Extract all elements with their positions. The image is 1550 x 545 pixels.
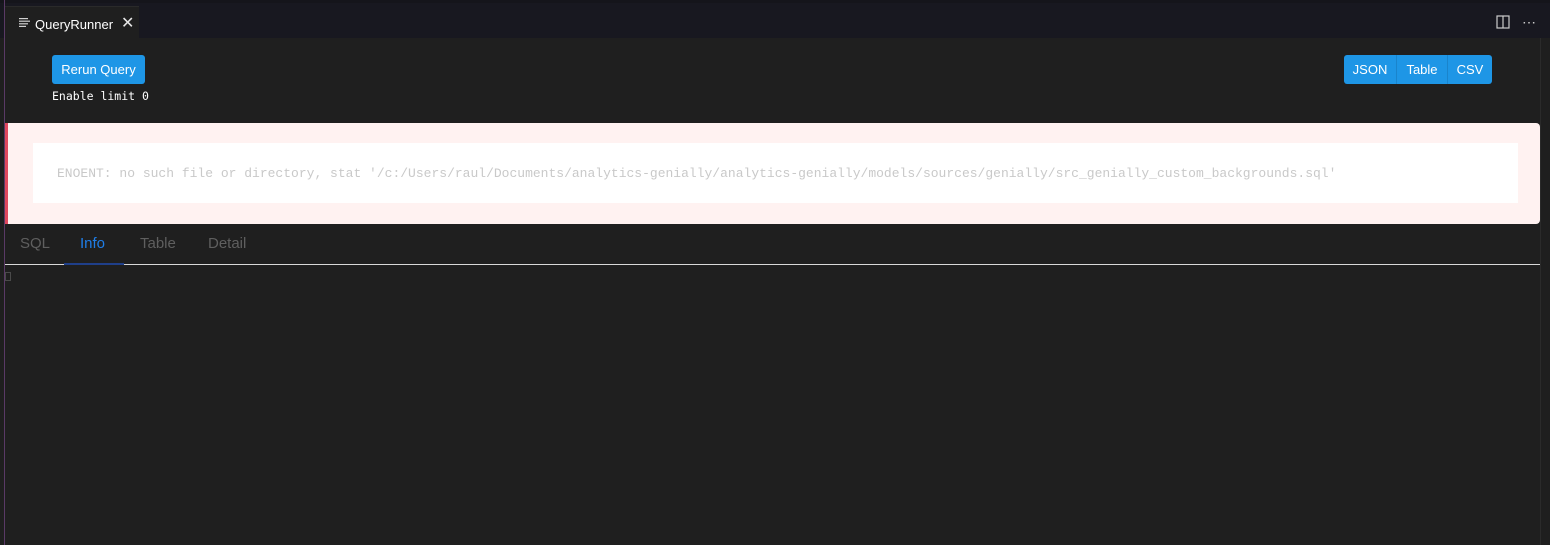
more-actions-icon[interactable]: ⋯: [1522, 14, 1536, 30]
editor-tab-queryrunner[interactable]: QueryRunner ✕: [5, 6, 139, 41]
tab-detail[interactable]: Detail: [208, 235, 246, 252]
error-message: ENOENT: no such file or directory, stat …: [33, 143, 1518, 203]
query-runner-window: QueryRunner ✕ ⋯ Rerun Query Enable limit…: [0, 0, 1550, 545]
editor-tab-title: QueryRunner: [35, 16, 114, 32]
editor-actions: ⋯: [1496, 14, 1536, 30]
rerun-query-button[interactable]: Rerun Query: [52, 55, 145, 84]
error-alert: ENOENT: no such file or directory, stat …: [5, 123, 1540, 224]
active-tab-indicator: [64, 263, 124, 265]
result-tabs: SQL Info Table Detail: [5, 225, 1540, 265]
enable-limit-label[interactable]: Enable limit 0: [52, 89, 149, 103]
close-icon[interactable]: ✕: [121, 16, 134, 32]
editor-tab-bar: QueryRunner ✕ ⋯: [0, 0, 1550, 41]
text-cursor-placeholder: [5, 272, 11, 281]
split-editor-icon[interactable]: [1496, 15, 1510, 29]
format-csv-button[interactable]: CSV: [1447, 55, 1492, 84]
scrollbar-track[interactable]: [1540, 38, 1550, 545]
file-lines-icon: [19, 17, 30, 27]
format-json-button[interactable]: JSON: [1344, 55, 1396, 84]
tab-table[interactable]: Table: [140, 235, 176, 252]
tab-info[interactable]: Info: [80, 235, 105, 252]
format-table-button[interactable]: Table: [1396, 55, 1447, 84]
tab-sql[interactable]: SQL: [20, 235, 50, 252]
